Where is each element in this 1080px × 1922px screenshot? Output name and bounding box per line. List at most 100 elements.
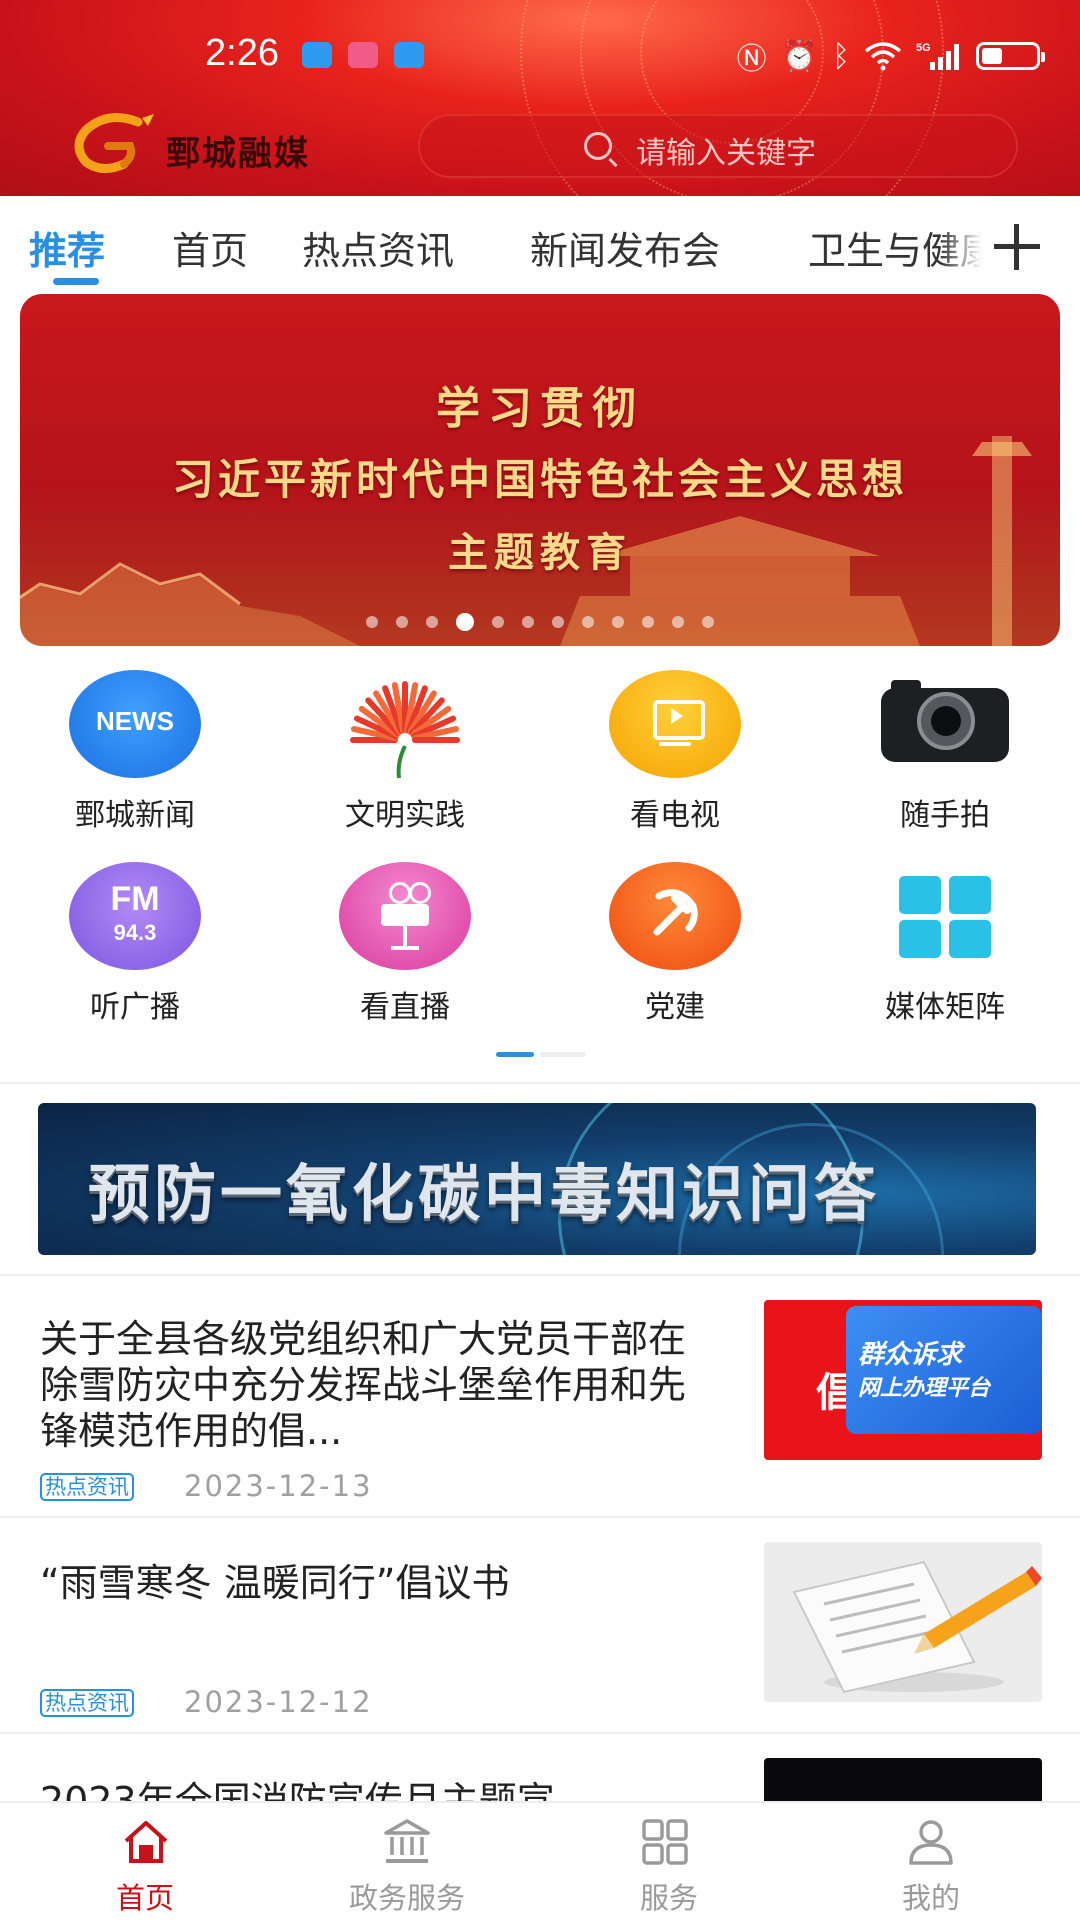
message-notification-icon: [302, 42, 332, 68]
carousel-dot[interactable]: [552, 616, 564, 628]
ad-banner[interactable]: 预防一氧化碳中毒知识问答: [38, 1103, 1036, 1255]
carousel-dot[interactable]: [642, 616, 654, 628]
carousel-dot[interactable]: [672, 616, 684, 628]
ad-banner-text: 预防一氧化碳中毒知识问答: [88, 1157, 881, 1230]
section-divider: [0, 1274, 1080, 1276]
document-pencil-illustration: [792, 1560, 1042, 1694]
nav-label: 服务: [639, 1881, 698, 1915]
shortcut-label: 看电视: [630, 798, 720, 833]
thumb-text-main: 群众诉求: [858, 1340, 963, 1370]
carousel-dot[interactable]: [612, 616, 624, 628]
shortcut-label: 党建: [645, 990, 705, 1025]
banner-tagline: 主题教育: [448, 529, 632, 576]
news-divider: [0, 1516, 1080, 1518]
shortcut-label: 看直播: [360, 990, 450, 1025]
active-tab-indicator: [53, 278, 99, 285]
cellular-signal-icon: 5G: [916, 42, 959, 70]
shortcut-civilization-practice[interactable]: 文明实践: [270, 670, 540, 840]
nav-label: 政务服务: [348, 1881, 465, 1915]
tab-press-conference[interactable]: 新闻发布会: [530, 220, 720, 275]
cloud-notification-icon: [394, 42, 424, 68]
nfc-icon: Ⓝ: [736, 42, 767, 77]
app-logo-icon: [74, 113, 154, 173]
home-icon: [124, 1821, 168, 1863]
carousel-dot[interactable]: [522, 616, 534, 628]
news-date: 2023-12-12: [184, 1685, 373, 1719]
user-icon: [909, 1820, 953, 1865]
flower-icon: [350, 681, 460, 779]
nav-home[interactable]: 首页: [10, 1803, 280, 1922]
news-thumbnail: [764, 1542, 1042, 1702]
app-notification-icon: [348, 42, 378, 68]
status-time: 2:26: [205, 32, 279, 74]
shortcut-label: 听广播: [90, 990, 180, 1025]
shortcut-media-matrix[interactable]: 媒体矩阵: [810, 862, 1080, 1032]
banner-headline: 学习贯彻: [436, 383, 644, 434]
carousel-dot[interactable]: [366, 616, 378, 628]
status-bar: 2:26 Ⓝ ⏰ ᛒ 5G: [0, 0, 1080, 110]
tab-home[interactable]: 首页: [172, 220, 248, 275]
apps-grid-icon: [642, 1819, 688, 1865]
tv-icon: [609, 670, 741, 780]
category-tabs: 推荐 首页 热点资讯 新闻发布会 卫生与健康: [0, 196, 1080, 292]
news-title: “雨雪寒冬 温暖同行”倡议书: [40, 1561, 510, 1605]
radio-frequency-text: 94.3: [113, 920, 157, 945]
nav-label: 首页: [115, 1881, 174, 1915]
carousel-banner[interactable]: 学习贯彻 习近平新时代中国特色社会主义思想 主题教育: [20, 294, 1060, 646]
news-category-tag: 热点资讯: [40, 1689, 134, 1717]
carousel-dot[interactable]: [396, 616, 408, 628]
tab-hot-news[interactable]: 热点资讯: [302, 220, 454, 275]
news-divider: [0, 1732, 1080, 1734]
shortcut-label: 随手拍: [900, 798, 990, 833]
shortcut-party-building[interactable]: 党建: [540, 862, 810, 1032]
carousel-dot[interactable]: [702, 616, 714, 628]
shortcut-news[interactable]: NEWS 鄄城新闻: [0, 670, 270, 840]
shortcut-watch-tv[interactable]: 看电视: [540, 670, 810, 840]
carousel-dot[interactable]: [492, 616, 504, 628]
banner-subheadline: 习近平新时代中国特色社会主义思想: [171, 455, 908, 504]
carousel-dot-active[interactable]: [456, 613, 474, 631]
shortcut-radio[interactable]: FM 94.3 听广播: [0, 862, 270, 1032]
carousel-dot[interactable]: [426, 616, 438, 628]
news-thumbnail: 倡 群众诉求 网上办理平台: [764, 1300, 1042, 1460]
search-icon: [584, 132, 612, 160]
camera-icon: [879, 670, 1011, 780]
news-icon: NEWS: [69, 670, 201, 780]
carousel-dot[interactable]: [582, 616, 594, 628]
shortcut-live-stream[interactable]: 看直播: [270, 862, 540, 1032]
nav-label: 我的: [901, 1881, 960, 1915]
government-building-icon: [384, 1819, 430, 1863]
shortcut-label: 文明实践: [345, 798, 465, 833]
thumb-text-sub: 网上办理平台: [858, 1376, 991, 1401]
nav-government-services[interactable]: 政务服务: [272, 1803, 542, 1922]
news-title: 关于全县各级党组织和广大党员干部在除雪防灾中充分发挥战斗堡垒作用和先锋模范作用的…: [40, 1317, 687, 1453]
search-placeholder: 请输入关键字: [636, 136, 816, 171]
nav-services[interactable]: 服务: [534, 1803, 804, 1922]
shortcut-label: 媒体矩阵: [885, 990, 1005, 1025]
nav-profile[interactable]: 我的: [796, 1803, 1066, 1922]
search-bar[interactable]: 请输入关键字: [418, 114, 1018, 178]
party-emblem-icon: [609, 862, 741, 972]
section-divider: [0, 1082, 1080, 1084]
app-header: 2:26 Ⓝ ⏰ ᛒ 5G 鄄城融媒 请输入关键字: [0, 0, 1080, 196]
tab-recommend[interactable]: 推荐: [29, 220, 105, 275]
battery-icon: [976, 42, 1045, 70]
news-icon-text: NEWS: [96, 706, 174, 736]
shortcut-snapshot[interactable]: 随手拍: [810, 670, 1080, 840]
carousel-dots: [20, 613, 1060, 631]
app-brand-name: 鄄城融媒: [166, 134, 310, 174]
grid-pager-active: [496, 1052, 534, 1057]
shortcut-label: 鄄城新闻: [75, 798, 195, 833]
projector-icon: [339, 862, 471, 972]
status-icons: Ⓝ ⏰ ᛒ 5G: [736, 34, 1045, 78]
bottom-navigation: 首页 政务服务 服务 我的: [0, 1801, 1080, 1922]
add-channel-icon[interactable]: [992, 222, 1042, 272]
alarm-icon: ⏰: [780, 38, 818, 74]
grid-icon: [879, 862, 1011, 972]
news-date: 2023-12-13: [184, 1469, 373, 1503]
network-type: 5G: [916, 42, 931, 54]
news-category-tag: 热点资讯: [40, 1473, 134, 1501]
radio-icon: FM 94.3: [69, 862, 201, 972]
bluetooth-icon: ᛒ: [832, 38, 850, 74]
wifi-icon: [864, 42, 902, 71]
